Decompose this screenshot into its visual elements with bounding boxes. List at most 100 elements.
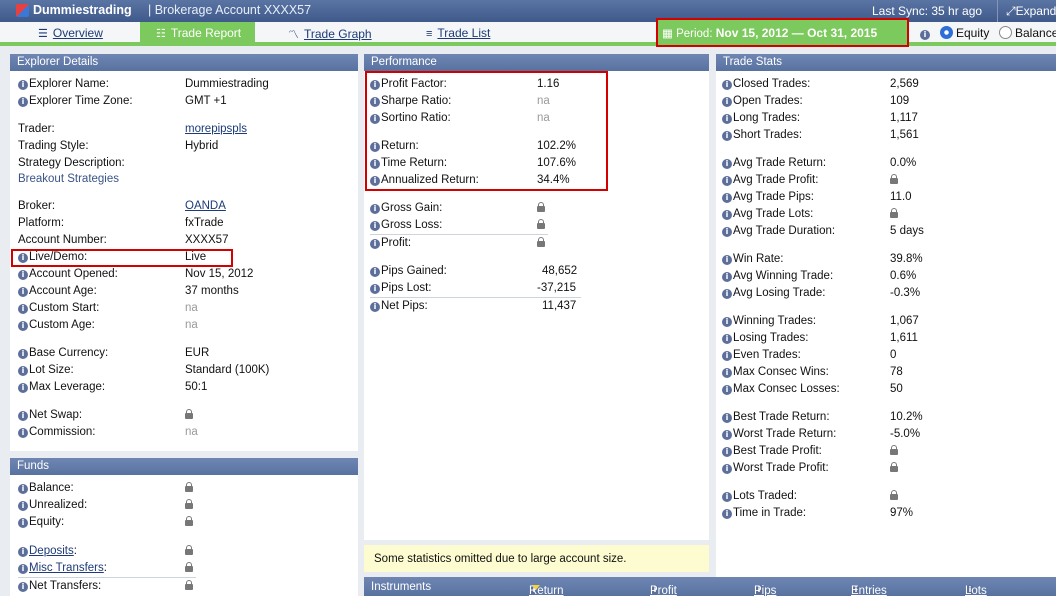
- info-icon[interactable]: i: [722, 317, 732, 327]
- panel-header: Funds: [10, 458, 358, 475]
- account-opened: Nov 15, 2012: [185, 268, 254, 280]
- trading-style: Hybrid: [185, 140, 219, 152]
- custom-age: na: [185, 319, 198, 331]
- radio-unselected-icon[interactable]: [999, 26, 1012, 39]
- info-icon[interactable]: i: [722, 430, 732, 440]
- max-consec-losses: 50: [890, 383, 903, 395]
- equity-radio-group: i: [920, 26, 931, 40]
- max-leverage: 50:1: [185, 381, 208, 393]
- info-icon[interactable]: i: [722, 289, 732, 299]
- broker-label: Broker:: [18, 200, 56, 212]
- info-icon[interactable]: i: [722, 227, 732, 237]
- period-value: Nov 15, 2012 — Oct 31, 2015: [715, 26, 878, 40]
- avg-losing-trade: -0.3%: [890, 287, 921, 299]
- info-icon[interactable]: i: [722, 80, 732, 90]
- commission: na: [185, 426, 198, 438]
- lock-icon: [890, 462, 898, 474]
- info-icon[interactable]: i: [722, 509, 732, 519]
- lot-size: Standard (100K): [185, 364, 270, 376]
- broker-link[interactable]: OANDA: [185, 200, 226, 212]
- info-icon[interactable]: i: [370, 302, 380, 312]
- info-icon[interactable]: i: [722, 255, 732, 265]
- info-icon[interactable]: i: [18, 366, 28, 376]
- info-icon[interactable]: i: [18, 270, 28, 280]
- info-icon[interactable]: i: [722, 385, 732, 395]
- info-icon[interactable]: i: [18, 484, 28, 494]
- info-icon[interactable]: i: [722, 464, 732, 474]
- expand-button[interactable]: ⤢Expand: [1006, 4, 1056, 19]
- info-icon[interactable]: i: [370, 221, 380, 231]
- period-selector[interactable]: ▦ Period: Nov 15, 2012 — Oct 31, 2015: [656, 18, 909, 47]
- info-icon[interactable]: i: [920, 30, 930, 40]
- time-in-trade: 97%: [890, 507, 914, 519]
- info-icon[interactable]: i: [722, 492, 732, 502]
- info-icon[interactable]: i: [722, 131, 732, 141]
- avg-trade-return: 0.0%: [890, 157, 917, 169]
- tab-trade-report[interactable]: ☷ Trade Report: [140, 22, 256, 42]
- balance-radio[interactable]: Balance: [999, 26, 1056, 40]
- info-icon[interactable]: i: [18, 518, 28, 528]
- info-icon[interactable]: i: [722, 97, 732, 107]
- info-icon[interactable]: i: [722, 114, 732, 124]
- pips-lost: -37,215: [537, 282, 577, 294]
- radio-selected-icon[interactable]: [940, 26, 953, 39]
- info-icon[interactable]: i: [722, 272, 732, 282]
- info-icon[interactable]: i: [18, 304, 28, 314]
- platform-label: Platform:: [18, 217, 65, 229]
- tab-trade-graph[interactable]: 〽 Trade Graph: [288, 26, 372, 42]
- lock-icon: [185, 516, 193, 528]
- info-icon[interactable]: i: [370, 284, 380, 294]
- avg-trade-duration: 5 days: [890, 225, 924, 237]
- trader-link[interactable]: morepipspls: [185, 123, 247, 135]
- lock-icon: [537, 202, 545, 214]
- info-icon[interactable]: i: [18, 97, 28, 107]
- info-icon[interactable]: i: [722, 210, 732, 220]
- info-icon[interactable]: i: [722, 447, 732, 457]
- info-icon[interactable]: i: [370, 267, 380, 277]
- losing-trades: 1,611: [890, 332, 918, 344]
- tab-trade-list[interactable]: ≡ Trade List: [426, 26, 490, 40]
- list-icon: ≡: [426, 28, 433, 40]
- panel-header: Performance: [364, 54, 709, 71]
- info-icon[interactable]: i: [18, 547, 28, 557]
- custom-start: na: [185, 302, 198, 314]
- lock-icon: [185, 499, 193, 511]
- account-age: 37 months: [185, 285, 239, 297]
- info-icon[interactable]: i: [722, 368, 732, 378]
- lock-icon: [890, 174, 898, 186]
- info-icon[interactable]: i: [370, 239, 380, 249]
- info-icon[interactable]: i: [18, 80, 28, 90]
- sort-down-icon: [532, 585, 540, 590]
- trader-label: Trader:: [18, 123, 55, 135]
- info-icon[interactable]: i: [722, 193, 732, 203]
- deposits-link[interactable]: Deposits: [29, 545, 74, 557]
- avg-winning-trade: 0.6%: [890, 270, 917, 282]
- tab-overview[interactable]: ☰ Overview: [38, 26, 103, 40]
- info-icon[interactable]: i: [18, 411, 28, 421]
- misc-transfers-link[interactable]: Misc Transfers: [29, 562, 104, 574]
- info-icon[interactable]: i: [18, 349, 28, 359]
- lock-icon: [185, 482, 193, 494]
- info-icon[interactable]: i: [722, 413, 732, 423]
- info-icon[interactable]: i: [18, 428, 28, 438]
- info-icon[interactable]: i: [18, 383, 28, 393]
- net-pips: 11,437: [542, 300, 577, 312]
- info-icon[interactable]: i: [722, 351, 732, 361]
- info-icon[interactable]: i: [722, 159, 732, 169]
- info-icon[interactable]: i: [18, 564, 28, 574]
- info-icon[interactable]: i: [18, 582, 28, 592]
- info-icon[interactable]: i: [722, 334, 732, 344]
- best-trade-return: 10.2%: [890, 411, 923, 423]
- strategy-description: Breakout Strategies: [18, 173, 120, 185]
- info-icon[interactable]: i: [18, 287, 28, 297]
- info-icon[interactable]: i: [18, 321, 28, 331]
- info-icon[interactable]: i: [18, 501, 28, 511]
- account-number: XXXX57: [185, 234, 229, 246]
- last-sync-text: Last Sync: 35 hr ago: [872, 4, 983, 18]
- info-icon[interactable]: i: [370, 204, 380, 214]
- closed-trades: 2,569: [890, 78, 919, 90]
- platform: fxTrade: [185, 217, 224, 229]
- info-icon[interactable]: i: [722, 176, 732, 186]
- highlight-live-demo: [11, 249, 233, 267]
- equity-radio[interactable]: Equity: [940, 26, 989, 40]
